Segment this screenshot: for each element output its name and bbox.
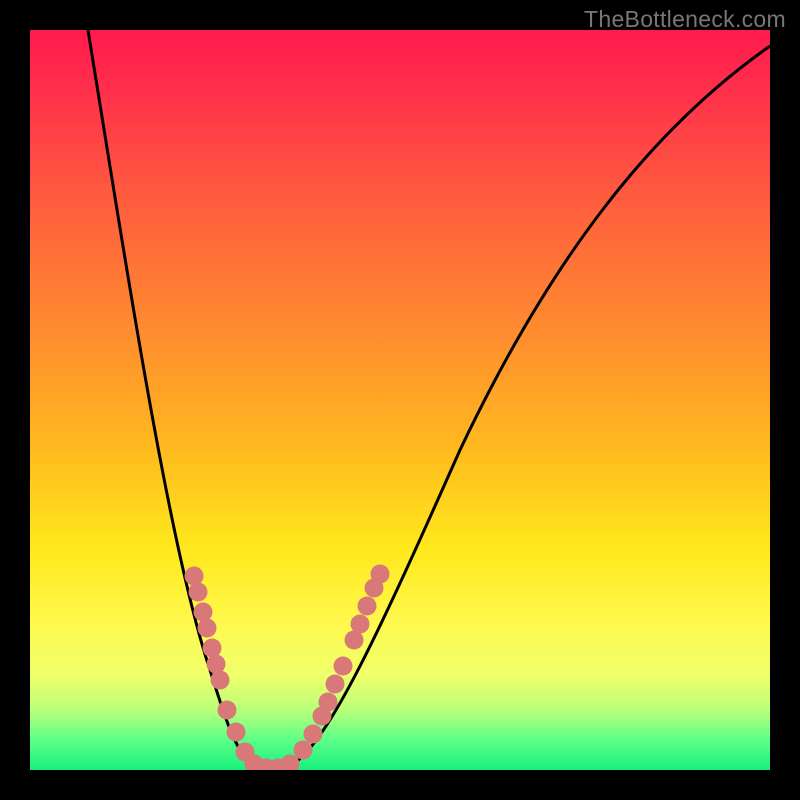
data-marker [351,615,370,634]
bottleneck-curve [88,30,770,770]
data-marker [319,693,338,712]
data-marker [189,583,208,602]
data-marker [211,671,230,690]
data-marker [185,567,204,586]
data-marker [227,723,246,742]
data-marker [218,701,237,720]
chart-svg [30,30,770,770]
plot-area [30,30,770,770]
data-marker [198,619,217,638]
data-marker [203,639,222,658]
chart-frame: TheBottleneck.com [0,0,800,800]
data-marker [334,657,353,676]
data-marker [326,675,345,694]
data-marker [358,597,377,616]
data-marker [207,655,226,674]
watermark-text: TheBottleneck.com [584,6,786,33]
data-marker [194,603,213,622]
data-marker [371,565,390,584]
data-marker [294,741,313,760]
data-marker [304,725,323,744]
